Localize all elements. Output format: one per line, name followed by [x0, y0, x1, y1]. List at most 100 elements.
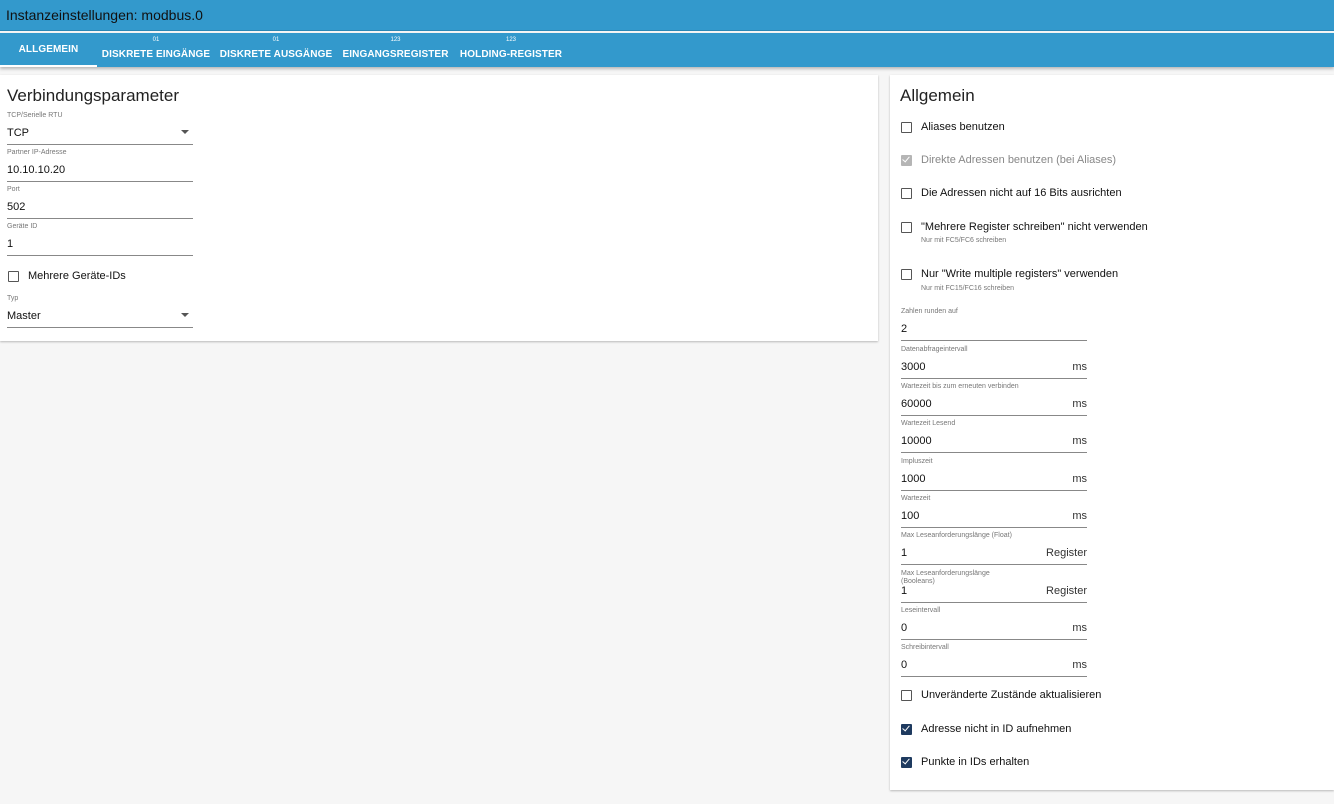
wait-time-input[interactable]: Wartezeit 100 ms — [901, 495, 1087, 528]
field-unit: Register — [1046, 547, 1087, 559]
checkbox-icon — [901, 268, 912, 280]
checkbox-label: Unveränderte Zustände aktualisieren — [921, 689, 1102, 701]
write-interval-input[interactable]: Schreibintervall 0 ms — [901, 644, 1087, 677]
field-unit: Register — [1046, 585, 1087, 597]
field-unit: ms — [1072, 510, 1087, 522]
use-aliases-checkbox[interactable]: Aliases benutzen — [901, 120, 1005, 134]
checkbox-hint: Nur mit FC5/FC6 schreiben — [921, 237, 1007, 244]
field-value: 3000 — [901, 361, 926, 373]
only-multi-register-write-checkbox[interactable]: Nur "Write multiple registers" verwenden — [901, 267, 1118, 281]
field-value: 10.10.10.20 — [7, 164, 66, 176]
tab-badge: 01 — [272, 37, 280, 43]
checkbox-icon — [8, 270, 19, 282]
connection-parameters-title: Verbindungsparameter — [7, 86, 180, 105]
poll-interval-input[interactable]: Datenabfrageintervall 3000 ms — [901, 346, 1087, 379]
field-label: Wartezeit bis zum erneuten verbinden — [901, 383, 1019, 390]
field-label: Wartezeit Lesend — [901, 420, 956, 427]
field-label: Schreibintervall — [901, 644, 949, 651]
no-align-16bit-checkbox[interactable]: Die Adressen nicht auf 16 Bits ausrichte… — [901, 186, 1122, 200]
partner-ip-input[interactable]: Partner IP-Adresse 10.10.10.20 — [7, 149, 193, 182]
field-value: 2 — [901, 323, 908, 335]
connection-parameters-card: Verbindungsparameter TCP/Serielle RTU TC… — [0, 75, 878, 341]
checkbox-hint: Nur mit FC15/FC16 schreiben — [921, 285, 1014, 292]
device-id-input[interactable]: Geräte ID 1 — [7, 223, 193, 256]
tab-label: DISKRETE AUSGÄNGE — [219, 49, 333, 60]
field-unit: ms — [1072, 473, 1087, 485]
field-label: Geräte ID — [7, 223, 38, 230]
field-value: 1000 — [901, 473, 926, 485]
checkbox-checked-icon — [901, 154, 912, 166]
tab-diskrete-ausgaenge[interactable]: 01 DISKRETE AUSGÄNGE — [215, 33, 337, 67]
field-label: Datenabfrageintervall — [901, 346, 968, 353]
direct-addresses-checkbox[interactable]: Direkte Adressen benutzen (bei Aliases) — [901, 153, 1116, 167]
field-value: 10000 — [901, 435, 932, 447]
tab-badge: 123 — [505, 37, 516, 43]
multiple-device-ids-checkbox[interactable]: Mehrere Geräte-IDs — [8, 269, 126, 283]
field-label: TCP/Serielle RTU — [7, 112, 63, 119]
checkbox-icon — [901, 121, 912, 133]
no-address-in-id-checkbox[interactable]: Adresse nicht in ID aufnehmen — [901, 722, 1071, 736]
tab-eingangsregister[interactable]: 123 EINGANGSREGISTER — [337, 33, 454, 67]
field-label: Max Leseanforderungslänge (Float) — [901, 532, 1012, 539]
connection-type-select[interactable]: TCP/Serielle RTU TCP — [7, 112, 193, 145]
field-value: 100 — [901, 510, 920, 522]
title-bar: Instanzeinstellungen: modbus.0 — [0, 0, 1334, 31]
general-settings-card: Allgemein Aliases benutzen Direkte Adres… — [890, 75, 1334, 790]
keep-dots-in-ids-checkbox[interactable]: Punkte in IDs erhalten — [901, 755, 1029, 769]
checkbox-icon — [901, 187, 912, 199]
tab-label: HOLDING-REGISTER — [459, 49, 563, 60]
field-label: Impluszeit — [901, 458, 933, 465]
checkbox-icon — [901, 221, 912, 233]
field-value: 1 — [901, 547, 908, 559]
field-unit: ms — [1072, 435, 1087, 447]
field-label: Zahlen runden auf — [901, 308, 958, 315]
checkbox-icon — [901, 689, 912, 701]
round-digits-input[interactable]: Zahlen runden auf 2 — [901, 308, 1087, 341]
chevron-down-icon — [181, 130, 189, 134]
field-unit: ms — [1072, 659, 1087, 671]
checkbox-label: Adresse nicht in ID aufnehmen — [921, 723, 1072, 735]
field-value: 1 — [901, 585, 908, 597]
field-value: 1 — [7, 238, 14, 250]
read-interval-input[interactable]: Leseintervall 0 ms — [901, 607, 1087, 640]
field-label: Leseintervall — [901, 607, 941, 614]
general-settings-title: Allgemein — [900, 86, 975, 105]
tab-label: EINGANGSREGISTER — [342, 49, 449, 60]
field-value: 60000 — [901, 398, 932, 410]
checkbox-label: Direkte Adressen benutzen (bei Aliases) — [921, 154, 1117, 166]
read-timeout-input[interactable]: Wartezeit Lesend 10000 ms — [901, 420, 1087, 453]
field-value: Master — [7, 310, 41, 322]
field-unit: ms — [1072, 622, 1087, 634]
max-read-length-float-input[interactable]: Max Leseanforderungslänge (Float) 1 Regi… — [901, 532, 1087, 565]
checkbox-checked-icon — [901, 723, 912, 735]
checkbox-checked-icon — [901, 756, 912, 768]
field-unit: ms — [1072, 398, 1087, 410]
reconnect-timeout-input[interactable]: Wartezeit bis zum erneuten verbinden 600… — [901, 383, 1087, 416]
tab-label: ALLGEMEIN — [18, 44, 79, 55]
window-title: Instanzeinstellungen: modbus.0 — [6, 7, 203, 23]
tab-label: DISKRETE EINGÄNGE — [101, 49, 211, 60]
checkbox-label: Mehrere Geräte-IDs — [28, 270, 126, 282]
field-label: Partner IP-Adresse — [7, 149, 67, 156]
no-multi-register-write-checkbox[interactable]: "Mehrere Register schreiben" nicht verwe… — [901, 220, 1148, 234]
field-value: 0 — [901, 622, 908, 634]
update-unchanged-states-checkbox[interactable]: Unveränderte Zustände aktualisieren — [901, 688, 1101, 702]
pulse-time-input[interactable]: Impluszeit 1000 ms — [901, 458, 1087, 491]
tab-bar: ALLGEMEIN 01 DISKRETE EINGÄNGE 01 DISKRE… — [0, 33, 1334, 67]
tab-allgemein[interactable]: ALLGEMEIN — [0, 33, 97, 67]
checkbox-label: Aliases benutzen — [921, 121, 1005, 133]
type-select[interactable]: Typ Master — [7, 295, 193, 328]
checkbox-label: Punkte in IDs erhalten — [921, 756, 1030, 768]
field-label: Max Leseanforderungslänge (Booleans) — [901, 570, 990, 585]
field-value: TCP — [7, 127, 29, 139]
field-value: 0 — [901, 659, 908, 671]
chevron-down-icon — [181, 313, 189, 317]
tab-badge: 123 — [390, 37, 401, 43]
checkbox-label: "Mehrere Register schreiben" nicht verwe… — [921, 221, 1148, 233]
port-input[interactable]: Port 502 — [7, 186, 193, 219]
field-unit: ms — [1072, 361, 1087, 373]
tab-holding-register[interactable]: 123 HOLDING-REGISTER — [454, 33, 568, 67]
max-read-length-booleans-input[interactable]: Max Leseanforderungslänge (Booleans) 1 R… — [901, 570, 1087, 603]
field-label: Wartezeit — [901, 495, 931, 502]
tab-diskrete-eingaenge[interactable]: 01 DISKRETE EINGÄNGE — [97, 33, 215, 67]
